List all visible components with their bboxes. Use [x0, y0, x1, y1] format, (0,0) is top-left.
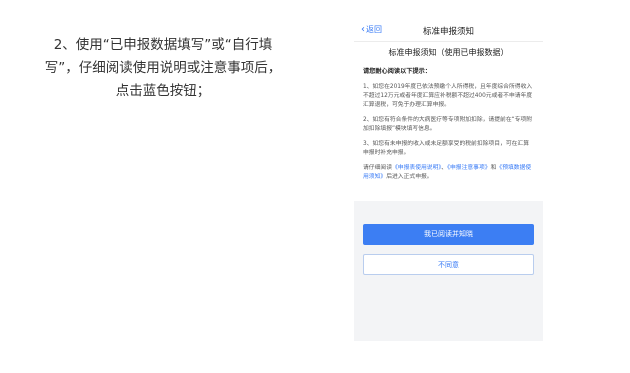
guide-prefix: 请仔细阅读 [363, 165, 392, 171]
notice-lead: 请您耐心阅读以下提示： [363, 68, 432, 75]
notice-title: 标准申报须知（使用已申报数据） [388, 48, 509, 57]
disagree-button[interactable]: 不同意 [363, 254, 534, 275]
instruction-text: 2、使用“已申报数据填写”或“自行填 写”，仔细阅读使用说明或注意事项后， 点击… [22, 34, 304, 103]
notice-item-1: 1、如您在2019年度已依法预缴个人所得税，且年度综合所得收入不超过12万元或者… [363, 84, 533, 108]
notes-link[interactable]: 《申报注意事项》 [447, 165, 490, 171]
action-area: 我已阅读并知晓 不同意 [354, 201, 543, 275]
phone-screen: ‹ 返回 标准申报须知 标准申报须知（使用已申报数据） 请您耐心阅读以下提示： … [354, 20, 543, 341]
usage-guide-link[interactable]: 《申报表使用说明》 [392, 165, 441, 171]
notice-guide: 请仔细阅读《申报表使用说明》、《申报注意事项》和《预填数据使用须知》后进入正式申… [363, 164, 534, 182]
guide-suffix: 后进入正式申报。 [386, 174, 433, 180]
agree-button[interactable]: 我已阅读并知晓 [363, 224, 534, 245]
page-title: 标准申报须知 [422, 27, 474, 37]
instruction-line-2: 写”，仔细阅读使用说明或注意事项后， [44, 60, 282, 76]
instruction-line-3: 点击蓝色按钮； [115, 83, 211, 99]
notice-card: 标准申报须知（使用已申报数据） 请您耐心阅读以下提示： 1、如您在2019年度已… [354, 42, 543, 201]
notice-item-3: 3、如您有未申报的收入或未足额享受的税前扣除项目，可在汇算申报时补充申报。 [363, 141, 530, 156]
notice-item-2: 2、如您有符合条件的大病医疗等专项附加扣除，请提前在“专项附加扣除填报”模块填写… [363, 117, 533, 132]
nav-bar: ‹ 返回 标准申报须知 [354, 20, 543, 42]
instruction-line-1: 2、使用“已申报数据填写”或“自行填 [53, 37, 273, 53]
